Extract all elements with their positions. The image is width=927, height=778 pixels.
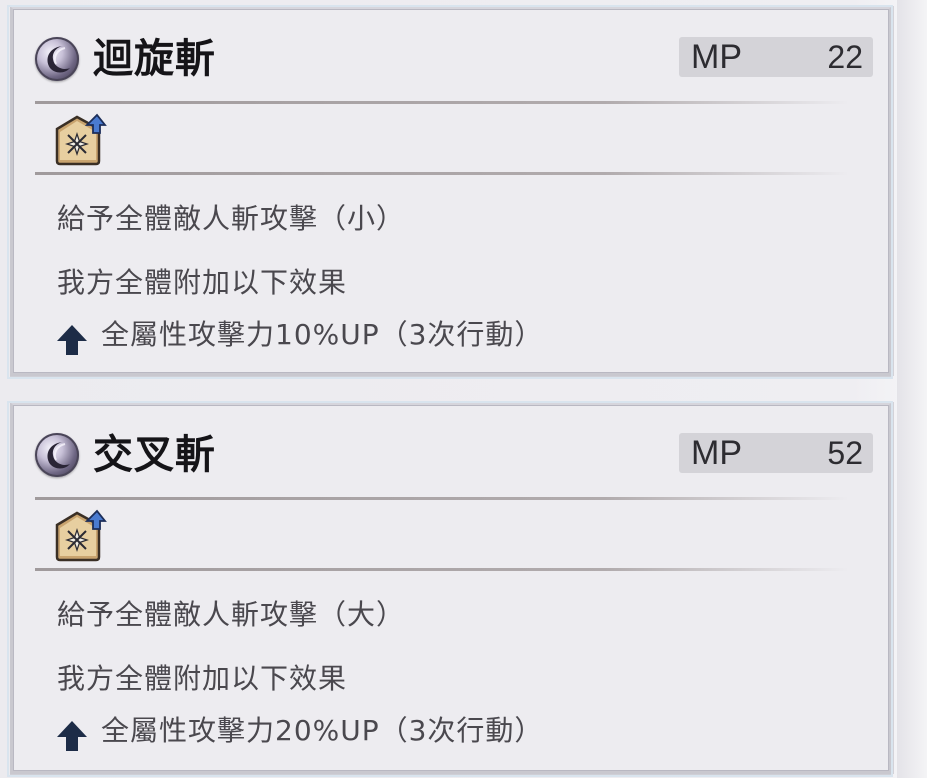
- divider: [35, 497, 849, 500]
- skill-description: 給予全體敵人斬攻擊（小）: [57, 202, 406, 235]
- buff-text: 全屬性攻擊力10%UP（3次行動）: [101, 318, 544, 351]
- skill-title-row: 交叉斬 MP 52: [33, 427, 873, 483]
- buff-text: 全屬性攻擊力20%UP（3次行動）: [101, 714, 544, 747]
- mp-cost-value: 52: [827, 435, 863, 471]
- skill-description: 給予全體敵人斬攻擊（大）: [57, 598, 406, 631]
- mp-label: MP: [691, 38, 742, 76]
- skill-card[interactable]: 交叉斬 MP 52 給予全體敵人斬攻擊（大） 我方全體附加以下效果 全屬性攻擊力…: [7, 401, 893, 777]
- side-scroll-strip: [897, 0, 927, 778]
- skill-orb-icon: [35, 37, 79, 81]
- skill-name: 迴旋斬: [93, 35, 216, 82]
- skill-name: 交叉斬: [93, 431, 216, 478]
- divider: [35, 568, 849, 571]
- skill-orb-icon: [35, 433, 79, 477]
- skill-effect-intro: 我方全體附加以下效果: [57, 662, 348, 695]
- mp-cost-box: MP 52: [679, 433, 873, 473]
- skill-effect-intro: 我方全體附加以下效果: [57, 266, 348, 299]
- mp-cost-value: 22: [827, 39, 863, 75]
- skill-list-page: 迴旋斬 MP 22 給予全體敵人斬攻擊（小） 我方全體附加以下效果 全屬性攻擊力…: [0, 0, 927, 778]
- slash-attribute-icon: [53, 509, 107, 563]
- skill-card[interactable]: 迴旋斬 MP 22 給予全體敵人斬攻擊（小） 我方全體附加以下效果 全屬性攻擊力…: [7, 5, 893, 379]
- up-arrow-icon: [55, 323, 89, 357]
- skill-title-row: 迴旋斬 MP 22: [33, 31, 873, 87]
- up-arrow-icon: [55, 719, 89, 753]
- divider: [35, 101, 849, 104]
- divider: [35, 172, 849, 175]
- mp-cost-box: MP 22: [679, 37, 873, 77]
- slash-attribute-icon: [53, 113, 107, 167]
- mp-label: MP: [691, 434, 742, 472]
